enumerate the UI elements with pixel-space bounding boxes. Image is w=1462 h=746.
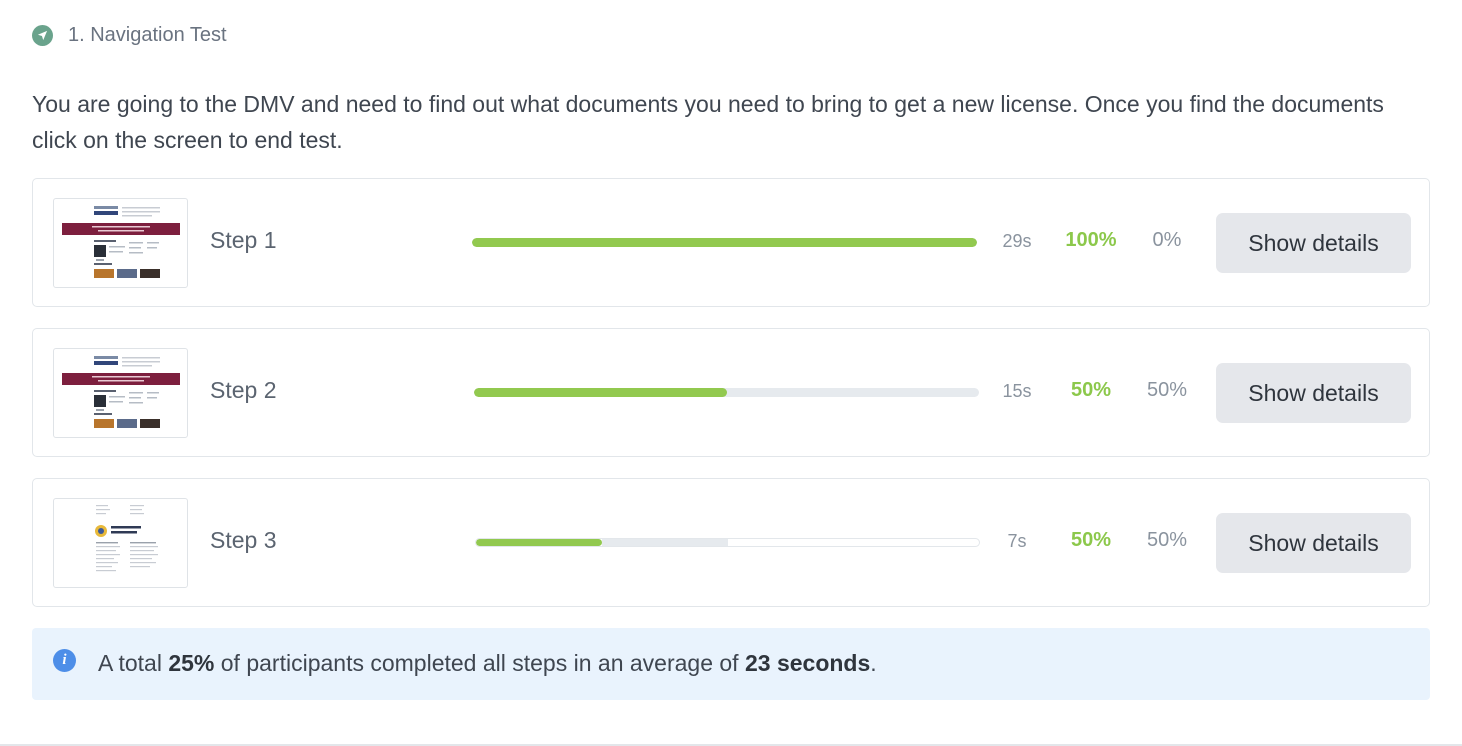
test-header: 1. Navigation Test (32, 22, 227, 48)
step-card-1: Step 1 29s 100% 0% Show details (32, 178, 1430, 307)
summary-banner: i A total 25% of participants completed … (32, 628, 1430, 700)
step-card-3: Step 3 7s 50% 50% Show details (32, 478, 1430, 607)
step-time: 15s (1002, 381, 1032, 401)
summary-text: A total 25% of participants completed al… (98, 650, 877, 677)
step-label: Step 1 (210, 227, 277, 253)
step-time: 7s (1007, 531, 1027, 551)
step-3-progress-bar (475, 538, 980, 547)
progress-partial-fill (601, 539, 728, 546)
test-instructions: You are going to the DMV and need to fin… (32, 91, 1384, 153)
step-time: 29s (1002, 231, 1032, 251)
summary-middle: of participants completed all steps in a… (214, 650, 745, 676)
test-title: 1. Navigation Test (68, 23, 227, 46)
summary-suffix: . (870, 650, 877, 676)
step-3-thumbnail (53, 498, 188, 588)
step-label: Step 2 (210, 377, 277, 403)
show-details-button[interactable]: Show details (1216, 213, 1411, 273)
step-1-thumbnail (53, 198, 188, 288)
step-label: Step 3 (210, 527, 277, 553)
show-details-button[interactable]: Show details (1216, 513, 1411, 573)
step-success-percent: 50% (1070, 529, 1112, 551)
show-details-button[interactable]: Show details (1216, 363, 1411, 423)
step-1-progress-bar (472, 238, 977, 247)
summary-time: 23 seconds (744, 650, 871, 676)
info-icon: i (53, 649, 76, 672)
step-success-percent: 100% (1065, 229, 1117, 251)
progress-success-fill (476, 539, 602, 546)
progress-success-fill (472, 238, 977, 247)
navigation-arrow-icon (32, 24, 53, 46)
step-success-percent: 50% (1070, 379, 1112, 401)
step-card-2: Step 2 15s 50% 50% Show details (32, 328, 1430, 457)
summary-percent: 25% (168, 650, 215, 676)
step-fail-percent: 0% (1152, 229, 1182, 251)
summary-prefix: A total (98, 650, 169, 676)
progress-success-fill (474, 388, 727, 397)
step-fail-percent: 50% (1146, 379, 1188, 401)
step-2-thumbnail (53, 348, 188, 438)
step-2-progress-bar (474, 388, 979, 397)
step-fail-percent: 50% (1146, 529, 1188, 551)
